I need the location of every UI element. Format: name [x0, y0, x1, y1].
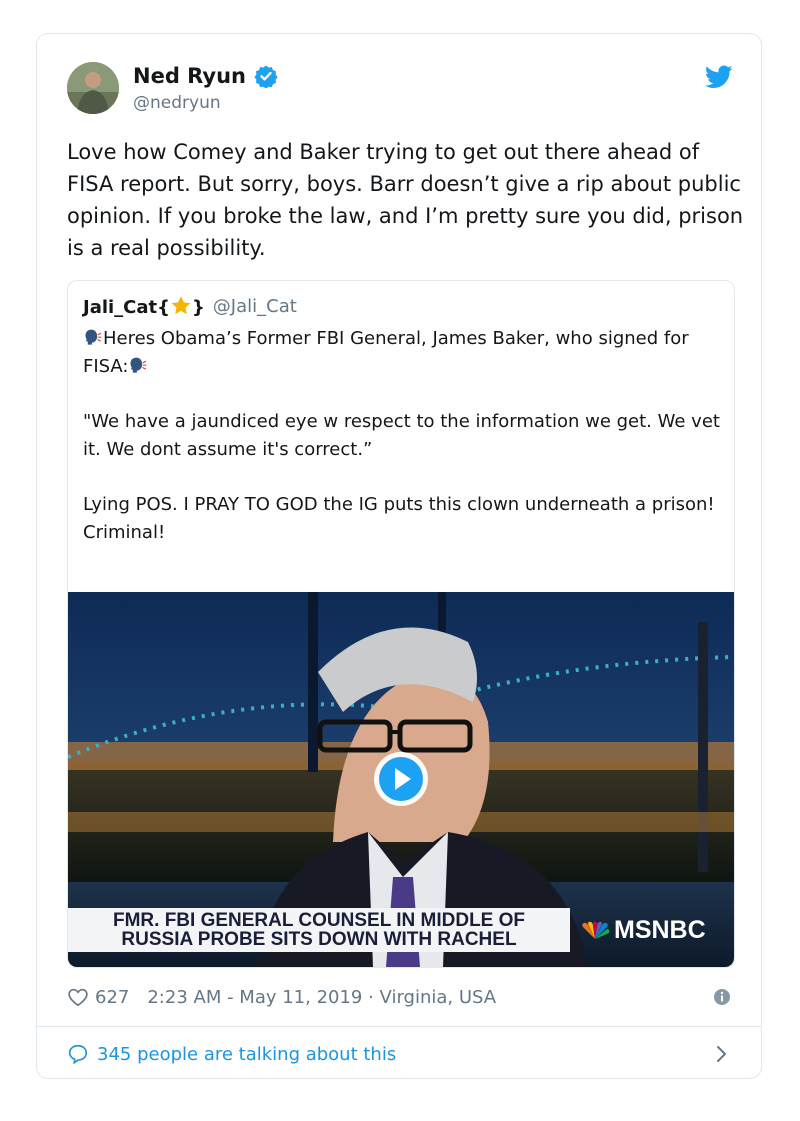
- verified-badge-icon: [254, 65, 278, 88]
- author-name-text[interactable]: Ned Ryun: [133, 64, 246, 88]
- quoted-text-line1: Heres Obama’s Former FBI General, James …: [83, 328, 689, 377]
- tweet-meta: 627 2:23 AM - May 11, 2019 · Virginia, U…: [67, 982, 735, 1012]
- conversation-count[interactable]: 345 people are talking about this: [97, 1044, 396, 1065]
- tweet-text: Love how Comey and Baker trying to get o…: [67, 140, 744, 260]
- network-logo: MSNBC: [580, 916, 706, 945]
- speaking-head-icon: [130, 357, 147, 373]
- play-icon[interactable]: [372, 750, 430, 808]
- speaking-head-icon: [85, 329, 102, 345]
- embedded-tweet-card: Ned Ryun @nedryun Love how Comey and Bak…: [36, 33, 762, 1079]
- peacock-icon: [582, 921, 610, 939]
- quoted-text-line2: "We have a jaundiced eye w respect to th…: [83, 411, 720, 460]
- quoted-author-name-suffix: }: [191, 297, 205, 318]
- quoted-tweet-text: Heres Obama’s Former FBI General, James …: [83, 325, 723, 574]
- heart-icon[interactable]: [67, 986, 89, 1008]
- divider: [37, 1026, 761, 1027]
- info-icon[interactable]: [713, 988, 731, 1006]
- video-player[interactable]: FMR. FBI GENERAL COUNSEL IN MIDDLE OF RU…: [68, 592, 734, 967]
- video-chyron: FMR. FBI GENERAL COUNSEL IN MIDDLE OF RU…: [68, 908, 570, 952]
- quoted-tweet-header: Jali_Cat{} @Jali_Cat: [83, 295, 297, 318]
- conversation-link[interactable]: 345 people are talking about this: [67, 1038, 735, 1070]
- chyron-line1: FMR. FBI GENERAL COUNSEL IN MIDDLE OF: [112, 910, 526, 931]
- chyron-line2: RUSSIA PROBE SITS DOWN WITH RACHEL: [121, 929, 517, 950]
- author-name[interactable]: Ned Ryun: [133, 64, 278, 88]
- quoted-author-name[interactable]: Jali_Cat{}: [83, 295, 205, 318]
- speech-bubble-icon: [68, 1044, 88, 1065]
- like-button[interactable]: 627: [67, 986, 129, 1008]
- author-handle[interactable]: @nedryun: [133, 93, 221, 113]
- quoted-tweet[interactable]: Jali_Cat{} @Jali_Cat Heres Obama’s Forme…: [67, 280, 735, 968]
- author-avatar[interactable]: [67, 62, 119, 114]
- quoted-author-name-prefix: Jali_Cat{: [83, 297, 170, 318]
- like-count[interactable]: 627: [95, 987, 129, 1008]
- twitter-bird-icon[interactable]: [705, 65, 733, 89]
- star-icon: [171, 296, 191, 315]
- tweet-timestamp[interactable]: 2:23 AM - May 11, 2019 · Virginia, USA: [147, 987, 496, 1008]
- quoted-author-handle[interactable]: @Jali_Cat: [213, 296, 297, 317]
- chevron-right-icon[interactable]: [711, 1044, 731, 1064]
- network-name: MSNBC: [614, 916, 706, 944]
- quoted-text-line3: Lying POS. I PRAY TO GOD the IG puts thi…: [83, 494, 715, 543]
